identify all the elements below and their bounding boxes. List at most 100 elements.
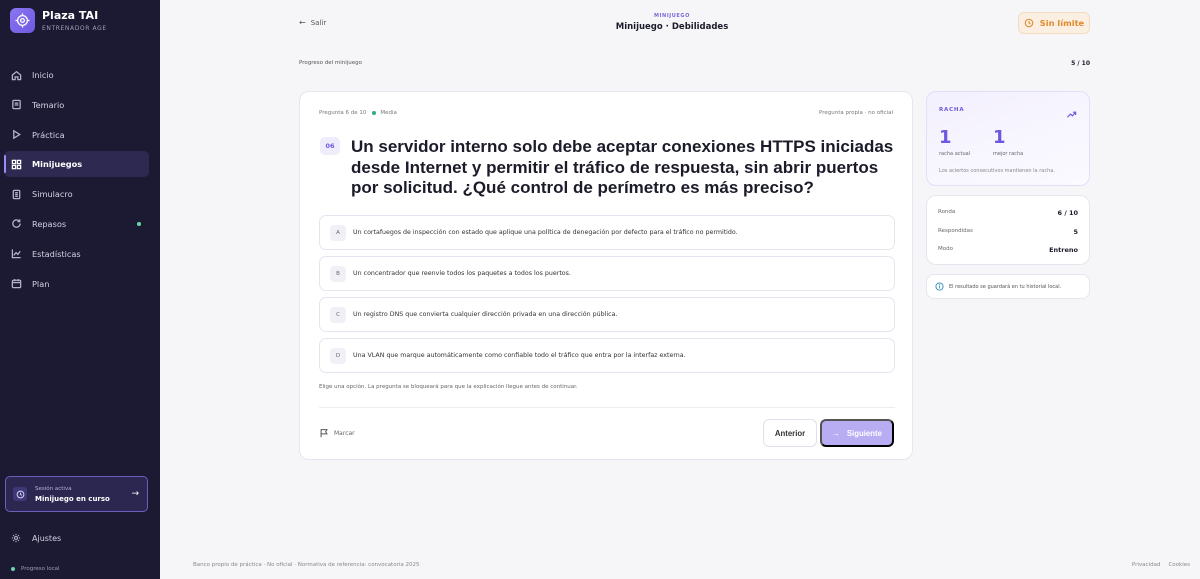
progress-bar: [299, 71, 1091, 72]
round-stats-card: Ronda 6 / 10 Respondidas 5 Modo Entreno: [926, 195, 1090, 265]
refresh-icon: [12, 219, 21, 229]
active-session-card[interactable]: Sesión activa Minijuego en curso →: [5, 476, 148, 512]
sidebar-item-practica[interactable]: Práctica: [4, 122, 149, 148]
stat-key: Ronda: [938, 209, 956, 215]
streak-note: Los aciertos consecutivos mantienen la r…: [939, 168, 1055, 174]
sidebar-nav: Inicio Temario Práctica Minijuegos Simul…: [4, 62, 149, 300]
sidebar-item-label: Minijuegos: [32, 159, 83, 170]
trending-up-icon: [1066, 105, 1077, 124]
status-dot: [11, 567, 15, 571]
brand-subtitle: ENTRENADOR AGE: [42, 25, 107, 32]
exit-label: Salir: [310, 18, 327, 27]
sidebar-item-label: Práctica: [32, 129, 65, 140]
mark-label: Marcar: [334, 429, 355, 437]
chart-icon: [11, 249, 21, 259]
footer-links: Privacidad Cookies: [1124, 562, 1190, 568]
book-icon: [12, 100, 21, 110]
sidebar-item-repasos[interactable]: Repasos: [4, 211, 149, 237]
stat-row: Respondidas 5: [938, 228, 1078, 247]
stat-value: 6 / 10: [1057, 209, 1078, 217]
question-number-badge: 06: [320, 137, 340, 155]
option-letter: C: [330, 306, 346, 323]
arrow-right-icon: →: [832, 428, 840, 438]
question-counter: Pregunta 6 de 10: [319, 110, 367, 116]
page-title: Minijuego · Debilidades: [615, 22, 729, 32]
page-header: MINIJUEGO Minijuego · Debilidades: [572, 13, 772, 32]
document-icon: [12, 189, 21, 199]
page-kicker: MINIJUEGO: [654, 13, 690, 19]
flag-icon: [320, 429, 328, 438]
arrow-right-icon: →: [131, 489, 139, 499]
exit-link[interactable]: ← Salir: [299, 18, 326, 27]
privacy-link[interactable]: Privacidad: [1132, 562, 1161, 568]
best-streak-value: 1: [993, 127, 1006, 148]
sidebar-item-simulacro[interactable]: Simulacro: [4, 181, 149, 207]
sidebar-item-inicio[interactable]: Inicio: [4, 62, 149, 88]
sidebar-item-temario[interactable]: Temario: [4, 92, 149, 118]
mark-button[interactable]: Marcar: [319, 428, 355, 438]
sidebar-item-label: Plan: [32, 278, 50, 289]
sidebar-item-plan[interactable]: Plan: [4, 271, 149, 297]
home-icon: [11, 70, 22, 80]
clock-icon: [13, 487, 27, 501]
question-source: Pregunta propia · no oficial: [819, 110, 893, 116]
sidebar-item-label: Estadísticas: [32, 248, 81, 259]
sidebar-item-label: Inicio: [32, 70, 54, 80]
option-text: Un concentrador que reenvíe todos los pa…: [353, 270, 571, 277]
option-letter: D: [330, 347, 346, 364]
calendar-icon: [11, 279, 22, 289]
sidebar-item-label: Temario: [32, 99, 65, 110]
gear-icon: [11, 533, 21, 543]
notification-dot: [137, 221, 141, 226]
stat-row: Modo Entreno: [938, 246, 1078, 265]
brand-title: Plaza TAI: [42, 9, 99, 22]
answer-hint: Elige una opción. La pregunta se bloquea…: [319, 384, 578, 390]
sidebar-item-estadisticas[interactable]: Estadísticas: [4, 241, 149, 267]
cookies-link[interactable]: Cookies: [1168, 562, 1190, 568]
next-label: Siguiente: [846, 428, 882, 438]
option-text: Un cortafuegos de inspección con estado …: [353, 229, 738, 236]
previous-button[interactable]: Anterior: [763, 419, 817, 447]
next-button[interactable]: → Siguiente: [820, 419, 894, 447]
answer-option-a[interactable]: A Un cortafuegos de inspección con estad…: [319, 215, 895, 250]
difficulty-label: Media: [380, 110, 397, 116]
settings-link[interactable]: Ajustes: [11, 533, 61, 543]
option-text: Un registro DNS que convierta cualquier …: [353, 311, 618, 318]
streak-card: RACHA 1 1 racha actual mejor racha Los a…: [926, 91, 1090, 186]
stat-key: Respondidas: [938, 227, 973, 234]
time-limit-label: Sin límite: [1039, 18, 1085, 28]
target-icon: [10, 8, 35, 33]
answer-option-b[interactable]: B Un concentrador que reenvíe todos los …: [319, 256, 895, 291]
option-letter: A: [330, 224, 346, 241]
info-icon: [935, 282, 944, 291]
session-title: Minijuego en curso: [35, 494, 110, 503]
progress-count: 5 / 10: [1071, 60, 1090, 67]
brand[interactable]: Plaza TAI ENTRENADOR AGE: [10, 8, 107, 33]
question-text: Un servidor interno solo debe aceptar co…: [351, 137, 894, 197]
difficulty-dot: [372, 111, 377, 115]
current-streak-label: racha actual: [939, 151, 971, 157]
clock-icon: [1024, 18, 1034, 28]
sidebar: Plaza TAI ENTRENADOR AGE Inicio Temario …: [0, 0, 160, 579]
settings-label: Ajustes: [32, 533, 62, 543]
arrow-left-icon: ←: [299, 18, 306, 27]
stat-value: 5: [1073, 227, 1078, 236]
grid-icon: [11, 159, 22, 170]
current-streak-value: 1: [939, 127, 952, 148]
local-progress-status: Progreso local: [11, 566, 60, 572]
option-letter: B: [330, 265, 346, 282]
sidebar-item-label: Simulacro: [32, 189, 73, 200]
answer-option-c[interactable]: C Un registro DNS que convierta cualquie…: [319, 297, 895, 332]
local-progress-label: Progreso local: [21, 566, 60, 572]
play-icon: [13, 129, 21, 140]
progress-label: Progreso del minijuego: [299, 60, 363, 66]
footer-disclaimer: Banco propio de práctica · No oficial · …: [193, 562, 420, 568]
answer-option-d[interactable]: D Una VLAN que marque automáticamente co…: [319, 338, 895, 373]
sidebar-item-minijuegos[interactable]: Minijuegos: [4, 151, 149, 178]
answer-options: A Un cortafuegos de inspección con estad…: [319, 215, 895, 379]
stat-value: Entreno: [1049, 246, 1078, 254]
info-text: El resultado se guardará en tu historial…: [949, 283, 1062, 290]
option-text: Una VLAN que marque automáticamente como…: [353, 352, 686, 359]
time-limit-badge: Sin límite: [1018, 12, 1090, 34]
sidebar-item-label: Repasos: [32, 218, 67, 229]
